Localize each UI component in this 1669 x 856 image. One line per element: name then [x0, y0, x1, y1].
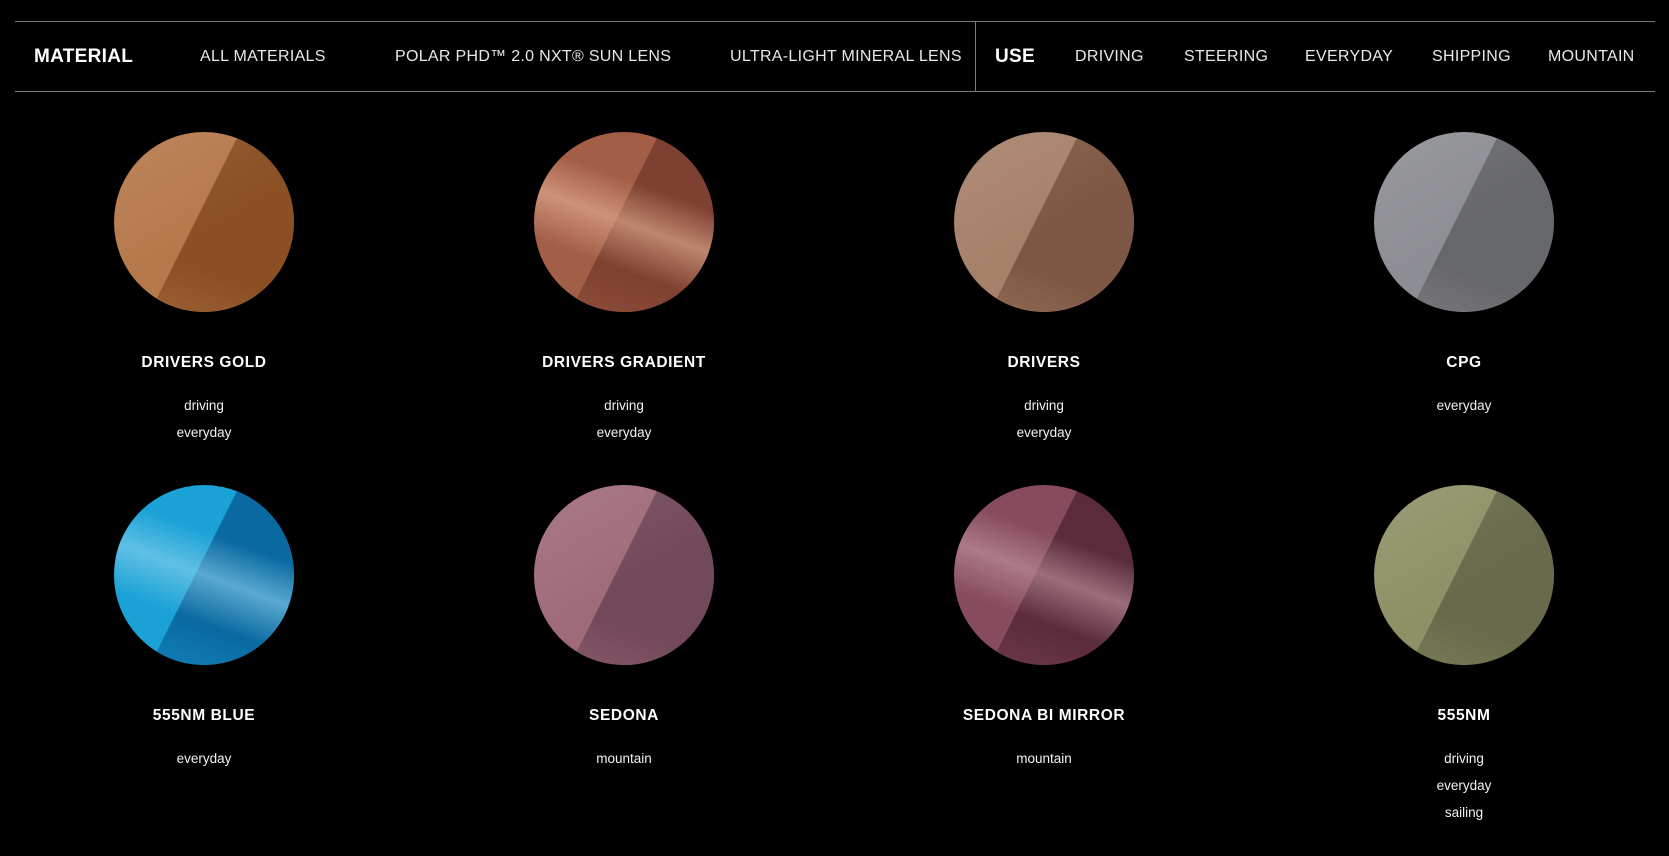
lens-tag: sailing [1444, 805, 1484, 820]
lens-tags: driving everyday [834, 392, 1254, 446]
lens-tags: driving everyday sailing [1254, 745, 1669, 826]
lens-name: 555NM BLUE [152, 707, 256, 724]
lens-card[interactable]: 555NM driving everyday sailing [1254, 485, 1669, 826]
lens-tag: everyday [596, 425, 652, 440]
lens-swatch[interactable] [954, 132, 1134, 312]
lens-name: CPG [1446, 354, 1482, 371]
lens-tag: mountain [1016, 751, 1072, 766]
lens-tag: driving [604, 398, 644, 413]
lens-tag: everyday [1016, 425, 1072, 440]
lens-swatch-shade [150, 485, 294, 665]
lens-name: SEDONA BI MIRROR [962, 707, 1126, 724]
lens-grid: DRIVERS GOLD driving everyday DRIVERS GRADI… [0, 0, 1669, 856]
lens-card[interactable]: DRIVERS GRADIENT driving everyday [414, 132, 834, 446]
lens-swatch-shade [1410, 132, 1554, 312]
lens-swatch[interactable] [1374, 132, 1554, 312]
lens-swatch[interactable] [954, 485, 1134, 665]
lens-swatch[interactable] [114, 132, 294, 312]
lens-tag: driving [184, 398, 224, 413]
lens-name: DRIVERS [1007, 354, 1081, 371]
lens-tag: everyday [1436, 398, 1492, 413]
lens-tags: everyday [0, 745, 414, 772]
lens-card[interactable]: SEDONA BI MIRROR mountain [834, 485, 1254, 772]
lens-swatch-shade [150, 132, 294, 312]
lens-name: DRIVERS GRADIENT [542, 354, 706, 371]
lens-tags: mountain [834, 745, 1254, 772]
lens-card[interactable]: DRIVERS GOLD driving everyday [0, 132, 414, 446]
lens-name: SEDONA [589, 707, 659, 724]
lens-tag: driving [1024, 398, 1064, 413]
lens-swatch-shade [570, 485, 714, 665]
lens-tags: driving everyday [0, 392, 414, 446]
lens-card[interactable]: DRIVERS driving everyday [834, 132, 1254, 446]
lens-swatch[interactable] [534, 132, 714, 312]
lens-swatch[interactable] [534, 485, 714, 665]
lens-tags: everyday [1254, 392, 1669, 419]
lens-tags: mountain [414, 745, 834, 772]
lens-card[interactable]: 555NM BLUE everyday [0, 485, 414, 772]
lens-swatch-shade [990, 485, 1134, 665]
lens-swatch-shade [1410, 485, 1554, 665]
lens-name: DRIVERS GOLD [141, 354, 267, 371]
lens-name: 555NM [1437, 707, 1491, 724]
lens-card[interactable]: CPG everyday [1254, 132, 1669, 419]
lens-swatch-shade [570, 132, 714, 312]
lens-tag: everyday [1436, 778, 1492, 793]
lens-tags: driving everyday [414, 392, 834, 446]
lens-tag: everyday [176, 751, 232, 766]
lens-swatch[interactable] [1374, 485, 1554, 665]
lens-tag: driving [1444, 751, 1484, 766]
lens-swatch[interactable] [114, 485, 294, 665]
lens-tag: everyday [176, 425, 232, 440]
lens-swatch-shade [990, 132, 1134, 312]
lens-card[interactable]: SEDONA mountain [414, 485, 834, 772]
lens-tag: mountain [596, 751, 652, 766]
